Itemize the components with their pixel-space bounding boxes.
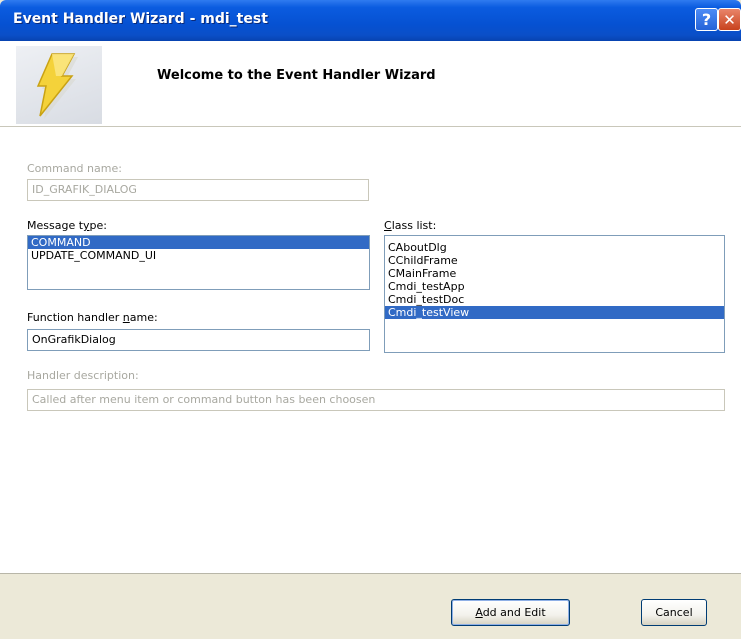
add-and-edit-button[interactable]: Add and Edit	[451, 599, 570, 626]
title-bar[interactable]: Event Handler Wizard - mdi_test ? ✕	[0, 0, 741, 41]
message-type-list[interactable]: COMMAND UPDATE_COMMAND_UI	[27, 235, 370, 290]
list-item[interactable]: Cmdi_testDoc	[385, 293, 724, 306]
function-handler-field[interactable]: OnGrafikDialog	[27, 329, 370, 351]
help-icon: ?	[701, 10, 712, 29]
list-item[interactable]: CAboutDlg	[385, 241, 724, 254]
handler-description-label: Handler description:	[27, 369, 139, 382]
class-list-label: Class list:	[384, 219, 437, 232]
class-list[interactable]: CAboutDlg CChildFrame CMainFrame Cmdi_te…	[384, 235, 725, 353]
wizard-body: Command name: ID_GRAFIK_DIALOG Message t…	[0, 127, 741, 573]
list-item[interactable]: UPDATE_COMMAND_UI	[28, 249, 369, 262]
command-name-label: Command name:	[27, 162, 122, 175]
list-item[interactable]: CChildFrame	[385, 254, 724, 267]
list-item[interactable]: CMainFrame	[385, 267, 724, 280]
close-button[interactable]: ✕	[718, 8, 741, 31]
add-and-edit-label: Add and Edit	[475, 606, 546, 619]
welcome-heading: Welcome to the Event Handler Wizard	[157, 68, 436, 83]
lightning-bolt-icon	[16, 46, 102, 124]
help-button[interactable]: ?	[695, 8, 718, 31]
list-item[interactable]: COMMAND	[28, 236, 369, 249]
event-handler-wizard-window: Event Handler Wizard - mdi_test ? ✕ Welc…	[0, 0, 741, 639]
list-item[interactable]: Cmdi_testView	[385, 306, 724, 319]
wizard-header: Welcome to the Event Handler Wizard	[0, 41, 741, 127]
window-title: Event Handler Wizard - mdi_test	[13, 11, 268, 27]
message-type-label: Message type:	[27, 219, 108, 232]
cancel-button[interactable]: Cancel	[641, 599, 707, 626]
command-name-field: ID_GRAFIK_DIALOG	[27, 179, 369, 201]
close-icon: ✕	[723, 10, 736, 29]
handler-description-field: Called after menu item or command button…	[27, 389, 725, 411]
wizard-footer: Add and Edit Cancel	[0, 573, 741, 639]
list-item[interactable]: Cmdi_testApp	[385, 280, 724, 293]
function-handler-label: Function handler name:	[27, 311, 158, 324]
